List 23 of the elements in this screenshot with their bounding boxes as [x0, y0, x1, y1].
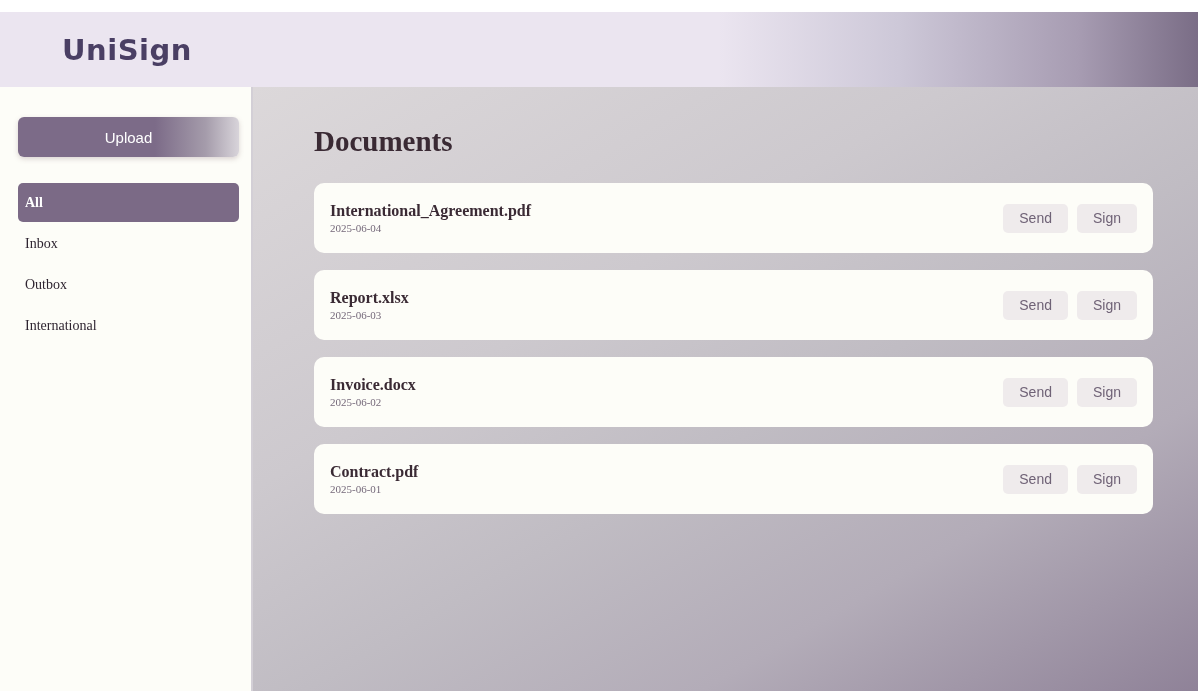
sidebar-item[interactable]: Outbox: [18, 265, 239, 304]
document-date: 2025-06-04: [330, 222, 383, 234]
document-name: International_Agreement.pdf: [330, 202, 532, 220]
send-button[interactable]: Send: [1003, 290, 1068, 320]
sign-button[interactable]: Sign: [1076, 464, 1137, 494]
app-logo: UniSign: [62, 32, 192, 67]
sidebar-item[interactable]: Inbox: [18, 224, 239, 263]
sidebar-item[interactable]: International: [18, 306, 239, 345]
document-name: Report.xlsx: [330, 289, 409, 307]
document-date: 2025-06-02: [330, 396, 383, 408]
sign-button[interactable]: Sign: [1076, 290, 1137, 320]
document-date: 2025-06-01: [330, 483, 383, 495]
page-title: Documents: [314, 125, 454, 158]
sidebar-item[interactable]: All: [18, 183, 239, 222]
sign-button[interactable]: Sign: [1076, 377, 1137, 407]
send-button[interactable]: Send: [1003, 203, 1068, 233]
document-date: 2025-06-03: [330, 309, 383, 321]
upload-button[interactable]: Upload: [18, 117, 239, 157]
document-name: Contract.pdf: [330, 463, 419, 481]
sign-button[interactable]: Sign: [1076, 203, 1137, 233]
document-name: Invoice.docx: [330, 376, 416, 394]
send-button[interactable]: Send: [1003, 464, 1068, 494]
send-button[interactable]: Send: [1003, 377, 1068, 407]
